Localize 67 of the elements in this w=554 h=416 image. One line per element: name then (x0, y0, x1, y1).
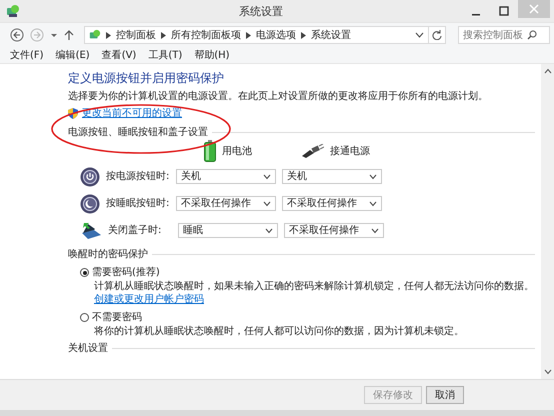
refresh-icon (432, 30, 442, 40)
breadcrumb[interactable]: 控制面板 (116, 28, 156, 42)
action-dropdown[interactable]: 不采取任何操作 (284, 223, 384, 238)
control-panel-icon (6, 4, 20, 18)
menu-item[interactable]: 查看(V) (102, 48, 136, 62)
battery-icon (204, 140, 216, 162)
scroll-down-icon[interactable] (544, 369, 552, 375)
scrollbar[interactable] (541, 64, 554, 379)
plug-icon (300, 144, 324, 158)
address-bar[interactable]: 控制面板 所有控制面板项 电源选项 系统设置 (84, 26, 429, 44)
column-label: 接通电源 (330, 144, 370, 158)
password-link[interactable]: 创建或更改用户帐户密码 (94, 294, 204, 305)
breadcrumb[interactable]: 电源选项 (256, 28, 296, 42)
action-dropdown[interactable]: 不采取任何操作 (176, 196, 276, 211)
action-dropdown[interactable]: 睡眠 (178, 223, 278, 238)
section-title: 唤醒时的密码保护 (68, 248, 148, 261)
radio-button[interactable] (80, 313, 89, 322)
option-label: 不需要密码 (92, 311, 142, 324)
chevron-down-icon (263, 174, 271, 180)
chevron-icon (246, 32, 251, 38)
chevron-down-icon (265, 228, 273, 234)
scroll-up-icon[interactable] (544, 68, 552, 74)
chevron-down-icon (369, 174, 377, 180)
power-icon (80, 166, 100, 186)
minimize-icon (472, 14, 480, 16)
row-label: 关闭盖子时: (108, 224, 162, 237)
column-label: 用电池 (222, 144, 252, 158)
menu-item[interactable]: 文件(F) (10, 48, 44, 62)
control-panel-icon (89, 29, 101, 41)
action-dropdown[interactable]: 关机 (282, 169, 382, 184)
page-description: 选择要为你的计算机设置的电源设置。在此页上对设置所做的更改将应用于你所有的电源计划。 (68, 90, 489, 103)
breadcrumb[interactable]: 系统设置 (311, 28, 351, 42)
laptop-icon (80, 220, 102, 240)
search-icon (527, 30, 537, 40)
menu-item[interactable]: 编辑(E) (56, 48, 90, 62)
radio-button[interactable] (80, 268, 89, 277)
chevron-down-icon (369, 200, 377, 206)
up-icon[interactable] (64, 29, 74, 41)
chevron-icon (301, 32, 306, 38)
chevron-down-icon[interactable] (415, 32, 424, 38)
back-icon[interactable] (10, 28, 24, 42)
chevron-down-icon (263, 200, 271, 206)
menu-item[interactable]: 工具(T) (148, 48, 182, 62)
refresh-button[interactable] (428, 26, 446, 44)
section-title: 关机设置 (68, 342, 108, 355)
row-label: 按睡眠按钮时: (106, 197, 170, 210)
chevron-down-icon (371, 228, 379, 234)
option-label: 需要密码(推荐) (92, 266, 160, 279)
action-dropdown[interactable]: 关机 (176, 169, 276, 184)
close-icon (529, 4, 539, 14)
maximize-icon (499, 6, 509, 16)
cancel-button[interactable]: 取消 (426, 386, 464, 404)
dropdown-icon[interactable] (50, 31, 58, 39)
moon-icon (80, 194, 100, 214)
window-title: 系统设置 (238, 4, 284, 18)
menu-item[interactable]: 帮助(H) (194, 48, 230, 62)
action-dropdown[interactable]: 不采取任何操作 (282, 196, 382, 211)
option-description: 将你的计算机从睡眠状态唤醒时，任何人都可以访问你的数据，因为计算机未锁定。 (93, 325, 465, 338)
page-heading: 定义电源按钮并启用密码保护 (68, 72, 225, 85)
chevron-icon (161, 32, 166, 38)
chevron-icon (106, 32, 111, 38)
section-title: 电源按钮、睡眠按钮和盖子设置 (68, 126, 208, 139)
search-field[interactable]: 搜索控制面板 (458, 26, 550, 44)
breadcrumb[interactable]: 所有控制面板项 (171, 28, 241, 42)
row-label: 按电源按钮时: (106, 170, 170, 183)
option-description: 计算机从睡眠状态唤醒时，如果未输入正确的密码来解除计算机锁定，任何人都无法访问你的数据。 创建或更改用户帐户密码 (93, 280, 534, 306)
shield-icon (68, 108, 78, 119)
